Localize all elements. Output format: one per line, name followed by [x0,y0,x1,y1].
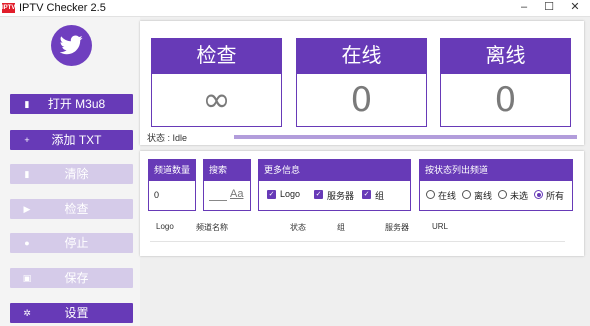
close-button[interactable]: ✕ [553,0,590,17]
file-icon: ▮ [24,99,30,109]
add-txt-button[interactable]: + 添加 TXT [10,130,133,150]
match-case-icon[interactable]: Aa [230,188,243,200]
open-m3u8-button[interactable]: ▮ 打开 M3u8 [10,94,133,114]
twitter-bird-icon [51,25,92,66]
check-label: 检查 [64,202,89,216]
offline-radio-label: 离线 [474,191,493,201]
sidebar: ▮ 打开 M3u8 + 添加 TXT ▮ 清除 ▶ 检查 ● 停止 ▣ 保存 ✲… [0,17,140,326]
trash-icon: ▮ [24,169,30,179]
online-stat-value: 0 [350,80,373,120]
more-info-group: 更多信息 ✓ Logo ✓ 服务器 ✓ 组 [258,159,411,211]
group-checkbox[interactable]: ✓ [362,190,371,199]
settings-label: 设置 [64,306,89,320]
online-stat: 在线 0 [296,38,427,127]
status-filter-group: 按状态列出频道 在线 离线 未选 所有 [419,159,573,211]
logo-checkbox[interactable]: ✓ [267,190,276,199]
window-title: IPTV Checker 2.5 [19,2,106,14]
offline-radio[interactable] [462,190,471,199]
stop-icon: ● [24,238,30,248]
online-radio-label: 在线 [438,191,457,201]
unselected-radio-label: 未选 [510,191,529,201]
column-header-channel-name[interactable]: 频道名称 [196,222,228,233]
column-header-logo[interactable]: Logo [156,222,174,231]
column-header-url[interactable]: URL [432,222,448,231]
open-m3u8-label: 打开 M3u8 [47,97,106,111]
save-button[interactable]: ▣ 保存 [10,268,133,288]
offline-stat-label: 离线 [441,39,570,74]
server-checkbox[interactable]: ✓ [314,190,323,199]
online-stat-label: 在线 [297,39,426,74]
check-button[interactable]: ▶ 检查 [10,199,133,219]
clear-button[interactable]: ▮ 清除 [10,164,133,184]
channel-count-group: 频道数量 0 [148,159,196,211]
progress-bar [234,135,577,139]
status-text: 状态 : Idle [147,133,188,143]
search-group: 搜索 Aa [203,159,251,211]
column-header-server[interactable]: 服务器 [385,222,409,233]
channel-count-label: 频道数量 [149,160,195,181]
status-filter-label: 按状态列出频道 [420,160,572,181]
checked-stat-value: ∞ [202,80,231,120]
all-radio[interactable] [534,190,543,199]
column-header-status[interactable]: 状态 [290,222,306,233]
filter-card: 频道数量 0 搜索 Aa 更多信息 ✓ Logo ✓ 服务器 ✓ 组 按状态列出… [140,151,584,256]
offline-stat: 离线 0 [440,38,571,127]
progress-fill [234,135,577,139]
offline-stat-value: 0 [494,80,517,120]
plus-icon: + [24,135,30,145]
stop-label: 停止 [64,236,89,250]
app-icon: IPTV [2,3,16,13]
online-radio[interactable] [426,190,435,199]
unselected-radio[interactable] [498,190,507,199]
save-icon: ▣ [22,273,32,283]
checked-stat: 检查 ∞ [151,38,282,127]
column-header-group[interactable]: 组 [337,222,345,233]
settings-button[interactable]: ✲ 设置 [10,303,133,323]
server-checkbox-label: 服务器 [327,191,355,201]
stats-card: 检查 ∞ 在线 0 离线 0 状态 : Idle [140,21,584,145]
search-label: 搜索 [204,160,250,181]
save-label: 保存 [64,271,89,285]
all-radio-label: 所有 [546,191,565,201]
checked-stat-label: 检查 [152,39,281,74]
table-header-divider [150,241,565,242]
stop-button[interactable]: ● 停止 [10,233,133,253]
channel-count-value: 0 [154,190,160,200]
logo-checkbox-label: Logo [280,189,301,199]
clear-label: 清除 [64,167,89,181]
search-input[interactable] [209,200,227,201]
more-info-label: 更多信息 [259,160,410,181]
group-checkbox-label: 组 [375,191,385,201]
add-txt-label: 添加 TXT [51,133,102,147]
gear-icon: ✲ [23,308,31,318]
play-icon: ▶ [23,204,31,214]
close-icon: ✕ [570,1,580,13]
title-bar: IPTV IPTV Checker 2.5 – ☐ ✕ [0,0,590,17]
